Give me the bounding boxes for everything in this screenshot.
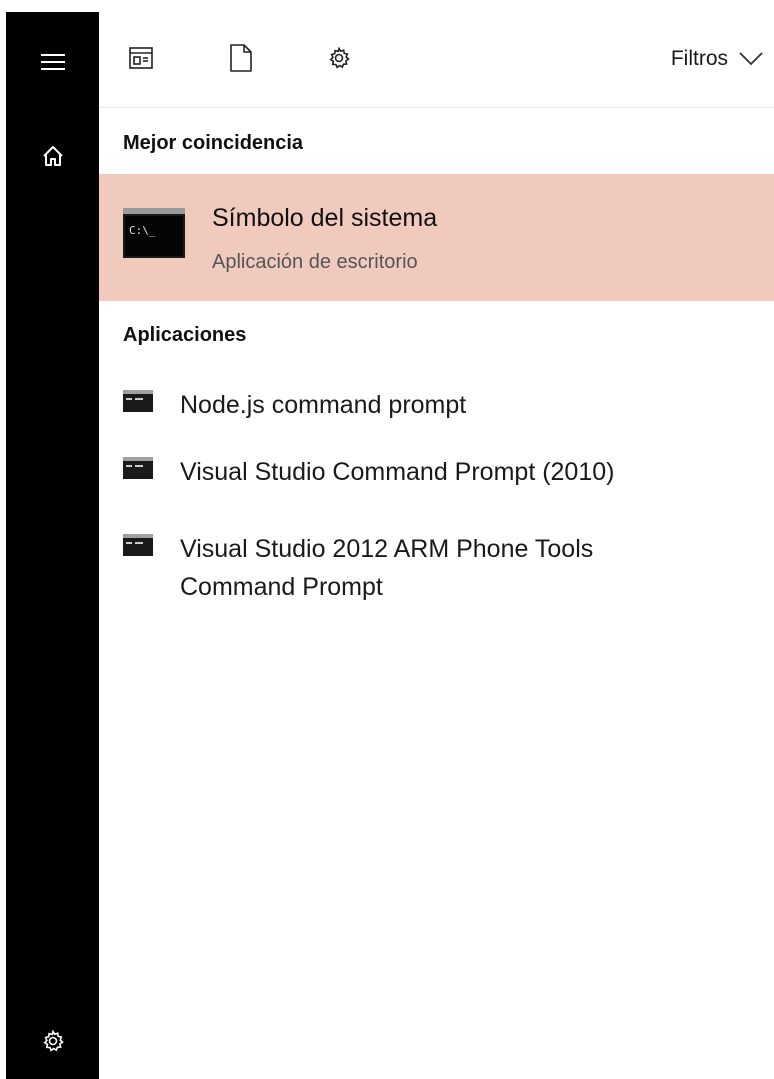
- list-item-label: Node.js command prompt: [180, 391, 467, 419]
- best-match-subtitle: Aplicación de escritorio: [212, 251, 418, 273]
- best-match-result[interactable]: C:\_ Símbolo del sistema Aplicación de e…: [99, 174, 774, 301]
- hamburger-menu-icon[interactable]: [33, 42, 73, 82]
- best-match-title: Símbolo del sistema: [212, 204, 438, 232]
- chevron-down-icon: [739, 52, 763, 66]
- list-item[interactable]: Node.js command prompt: [99, 386, 774, 426]
- gear-icon[interactable]: [33, 1021, 73, 1061]
- list-item[interactable]: Visual Studio Command Prompt (2010): [99, 453, 774, 493]
- command-prompt-icon-text: C:\_: [129, 224, 156, 237]
- apps-filter-icon[interactable]: [123, 40, 159, 76]
- command-prompt-icon: [123, 457, 153, 479]
- list-item[interactable]: Visual Studio 2012 ARM Phone Tools Comma…: [99, 530, 774, 610]
- apps-heading: Aplicaciones: [123, 324, 247, 346]
- command-prompt-icon: [123, 534, 153, 556]
- home-icon[interactable]: [33, 136, 73, 176]
- command-prompt-icon: [123, 390, 153, 412]
- search-results-panel: Filtros Mejor coincidencia C:\_ Símbolo …: [99, 0, 774, 1079]
- filters-dropdown[interactable]: Filtros: [671, 44, 764, 74]
- command-prompt-icon: C:\_: [123, 208, 185, 258]
- list-item-label: Visual Studio Command Prompt (2010): [180, 458, 615, 486]
- filters-label: Filtros: [670, 47, 728, 70]
- list-item-label: Visual Studio 2012 ARM Phone Tools Comma…: [180, 535, 594, 601]
- toolbar: Filtros: [99, 0, 774, 107]
- documents-filter-icon[interactable]: [223, 40, 259, 76]
- settings-filter-icon[interactable]: [321, 40, 357, 76]
- toolbar-divider: [99, 107, 774, 108]
- best-match-heading: Mejor coincidencia: [123, 132, 304, 154]
- sidebar: [0, 0, 99, 1079]
